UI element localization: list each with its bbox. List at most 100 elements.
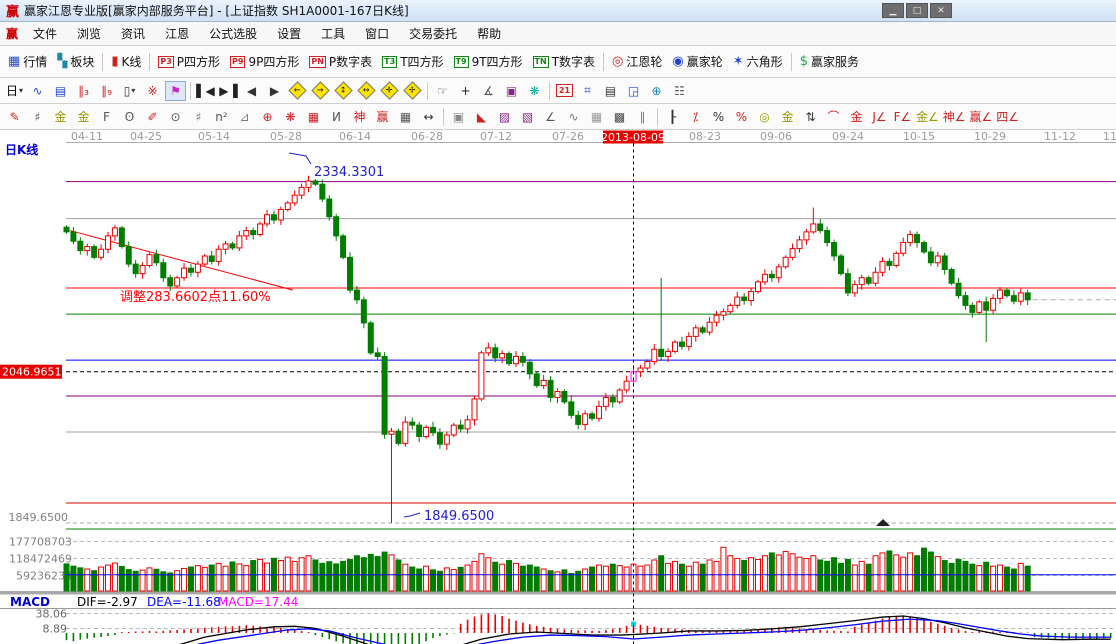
hexagon-button[interactable]: ✶六角形 bbox=[728, 51, 788, 72]
pen-angle-icon[interactable]: ✐ bbox=[142, 107, 163, 127]
9t-square-button[interactable]: T99T四方形 bbox=[449, 51, 528, 72]
span-measure-icon[interactable]: ↔ bbox=[418, 107, 439, 127]
menu-tools[interactable]: 工具 bbox=[311, 23, 355, 44]
curve-tool-icon[interactable]: ⌒ bbox=[823, 107, 844, 127]
save-button[interactable]: ◲ bbox=[623, 81, 644, 101]
pen-tool-icon[interactable]: ✎ bbox=[4, 107, 25, 127]
angle-measure-button[interactable]: ∡ bbox=[478, 81, 499, 101]
parallel-lines-icon[interactable]: ∥ bbox=[632, 107, 653, 127]
circle-cross-icon[interactable]: ⊕ bbox=[257, 107, 278, 127]
analysis-tool-button[interactable]: ❋ bbox=[524, 81, 545, 101]
skip-last-button[interactable]: ▶▐ bbox=[218, 81, 239, 101]
note-tool-icon[interactable]: ▤ bbox=[50, 81, 71, 101]
diamond-left-button[interactable]: ← bbox=[287, 81, 308, 101]
price-marks-icon[interactable]: ┠ bbox=[662, 107, 683, 127]
t-square-button[interactable]: T3T四方形 bbox=[377, 51, 448, 72]
spiral-tool-icon[interactable]: ʘ bbox=[119, 107, 140, 127]
winner-service-button[interactable]: $赢家服务 bbox=[795, 51, 864, 72]
n2-grid-icon[interactable]: n² bbox=[211, 107, 232, 127]
shen-angle-icon[interactable]: 神∠ bbox=[942, 107, 967, 127]
candle-style-dropdown[interactable]: ▯▾ bbox=[119, 81, 140, 101]
region-tool-button[interactable]: ▣ bbox=[501, 81, 522, 101]
f-angle-icon[interactable]: F∠ bbox=[892, 107, 913, 127]
menu-help[interactable]: 帮助 bbox=[467, 23, 511, 44]
diamond-expand-button[interactable]: ↔ bbox=[356, 81, 377, 101]
diamond-right-button[interactable]: → bbox=[310, 81, 331, 101]
menu-window[interactable]: 窗口 bbox=[355, 23, 399, 44]
pattern-tool-icon[interactable]: ※ bbox=[142, 81, 163, 101]
updown-pen-icon[interactable]: ⇅ bbox=[800, 107, 821, 127]
line-box-icon[interactable]: ▧ bbox=[517, 107, 538, 127]
p-square-button[interactable]: P3P四方形 bbox=[153, 51, 225, 72]
candle-body bbox=[804, 232, 809, 240]
shen-grid-icon[interactable]: 神 bbox=[349, 107, 370, 127]
grid-123-icon[interactable]: ▦ bbox=[395, 107, 416, 127]
compass-circle-icon[interactable]: ⊙ bbox=[165, 107, 186, 127]
period-day-dropdown[interactable]: 日▾ bbox=[4, 81, 25, 101]
j-angle-icon[interactable]: J∠ bbox=[869, 107, 890, 127]
gold-circle-icon[interactable]: ◎ bbox=[754, 107, 775, 127]
network-button[interactable]: ⊕ bbox=[646, 81, 667, 101]
bars9-tool-icon[interactable]: ∥₉ bbox=[96, 81, 117, 101]
p-number-table-button[interactable]: PNP数字表 bbox=[304, 51, 377, 72]
9p-square-button[interactable]: P99P四方形 bbox=[225, 51, 304, 72]
box-select-icon[interactable]: ▣ bbox=[448, 107, 469, 127]
f-grid-icon[interactable]: F bbox=[96, 107, 117, 127]
crosshair-tool-button[interactable]: + bbox=[455, 81, 476, 101]
t-number-table-button[interactable]: TNT数字表 bbox=[528, 51, 601, 72]
print-button[interactable]: ☷ bbox=[669, 81, 690, 101]
skip-first-button[interactable]: ▌◀ bbox=[195, 81, 216, 101]
four-angle-icon[interactable]: 四∠ bbox=[995, 107, 1020, 127]
angle-line-icon[interactable]: ∠ bbox=[540, 107, 561, 127]
diamond-cross-button[interactable]: ✛ bbox=[379, 81, 400, 101]
menu-news[interactable]: 资讯 bbox=[111, 23, 155, 44]
snowflake-fan-icon[interactable]: ❋ bbox=[280, 107, 301, 127]
square-spiral-icon[interactable]: ▦ bbox=[303, 107, 324, 127]
next-bar-button[interactable]: ▶ bbox=[264, 81, 285, 101]
gold-grid2-icon[interactable]: 金 bbox=[73, 107, 94, 127]
prev-bar-button[interactable]: ◀ bbox=[241, 81, 262, 101]
color-chart-tool-icon[interactable]: ⚑ bbox=[165, 81, 186, 101]
candlestick-chart[interactable]: 04-1104-2505-1405-2806-1406-2807-1207-26… bbox=[0, 130, 1116, 644]
sectors-button[interactable]: ▚板块 bbox=[52, 51, 99, 72]
gold-angle-icon[interactable]: 金∠ bbox=[915, 107, 940, 127]
fan-lines-icon[interactable]: ◣ bbox=[471, 107, 492, 127]
diamond-updown-button[interactable]: ↕ bbox=[333, 81, 354, 101]
bars3-tool-icon[interactable]: ∥₃ bbox=[73, 81, 94, 101]
market-quotes-button[interactable]: ▦行情 bbox=[3, 51, 52, 72]
comb-grid-icon[interactable]: ♯ bbox=[27, 107, 48, 127]
menu-settings[interactable]: 设置 bbox=[267, 23, 311, 44]
diamond-move-button[interactable]: ✢ bbox=[402, 81, 423, 101]
calendar-button[interactable]: 21 bbox=[554, 81, 575, 101]
percent-line-icon[interactable]: % bbox=[731, 107, 752, 127]
tick-grid-icon[interactable]: ♯ bbox=[188, 107, 209, 127]
win-angle-icon[interactable]: 赢∠ bbox=[969, 107, 994, 127]
percent-icon[interactable]: % bbox=[708, 107, 729, 127]
win-grid-icon[interactable]: 赢 bbox=[372, 107, 393, 127]
grid-dark-icon[interactable]: ▩ bbox=[609, 107, 630, 127]
minimize-button[interactable]: ▁ bbox=[882, 3, 904, 18]
zigzag-line-icon[interactable]: ∿ bbox=[563, 107, 584, 127]
grid-light-icon[interactable]: ▦ bbox=[586, 107, 607, 127]
ruler-angle-icon[interactable]: ⊿ bbox=[234, 107, 255, 127]
calculator-button[interactable]: ⌗ bbox=[577, 81, 598, 101]
gold-box-icon[interactable]: 金 bbox=[846, 107, 867, 127]
kline-button[interactable]: ▮K线 bbox=[106, 51, 146, 72]
menu-file[interactable]: 文件 bbox=[23, 23, 67, 44]
percent-wave-icon[interactable]: ⁒ bbox=[685, 107, 706, 127]
wave-tool-icon[interactable]: ∿ bbox=[27, 81, 48, 101]
winner-wheel-button[interactable]: ◉赢家轮 bbox=[667, 51, 727, 72]
gold-lines-icon[interactable]: 金 bbox=[777, 107, 798, 127]
gann-wheel-button[interactable]: ◎江恩轮 bbox=[607, 51, 667, 72]
menu-browse[interactable]: 浏览 bbox=[67, 23, 111, 44]
maximize-button[interactable]: □ bbox=[906, 3, 928, 18]
fan-box-icon[interactable]: ▨ bbox=[494, 107, 515, 127]
hand-tool-button[interactable]: ☞ bbox=[432, 81, 453, 101]
gold-grid1-icon[interactable]: 金 bbox=[50, 107, 71, 127]
menu-formula-picker[interactable]: 公式选股 bbox=[199, 23, 267, 44]
menu-trade-order[interactable]: 交易委托 bbox=[399, 23, 467, 44]
menu-gann[interactable]: 江恩 bbox=[155, 23, 199, 44]
notes-button[interactable]: ▤ bbox=[600, 81, 621, 101]
wave-mark-icon[interactable]: И bbox=[326, 107, 347, 127]
close-button[interactable]: ✕ bbox=[930, 3, 952, 18]
